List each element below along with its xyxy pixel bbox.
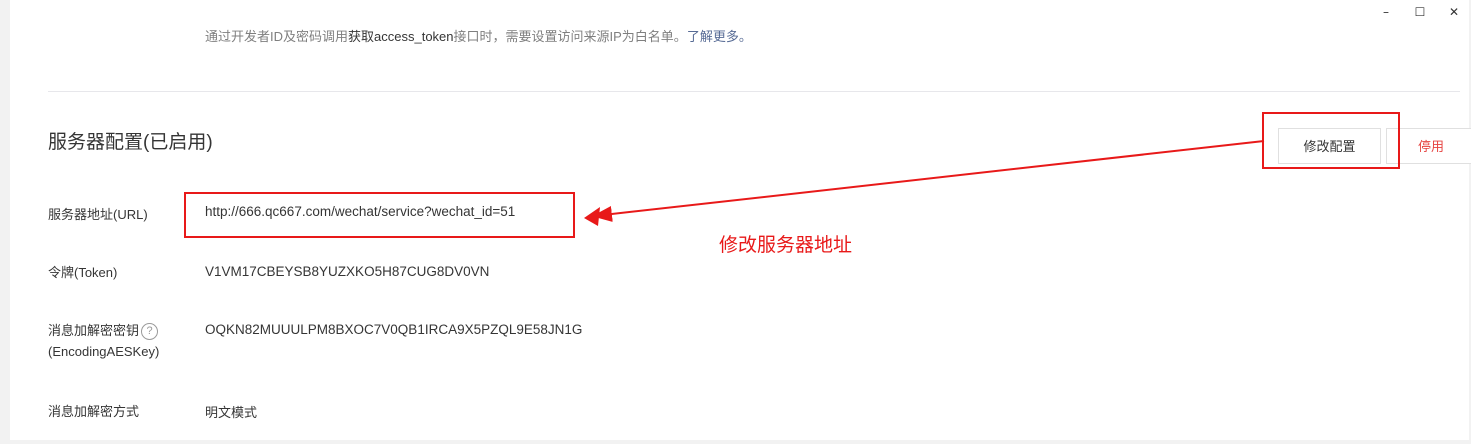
annotation-arrow [584,140,1265,226]
arrow-head [584,207,600,226]
annotation-label: 修改服务器地址 [719,235,853,256]
